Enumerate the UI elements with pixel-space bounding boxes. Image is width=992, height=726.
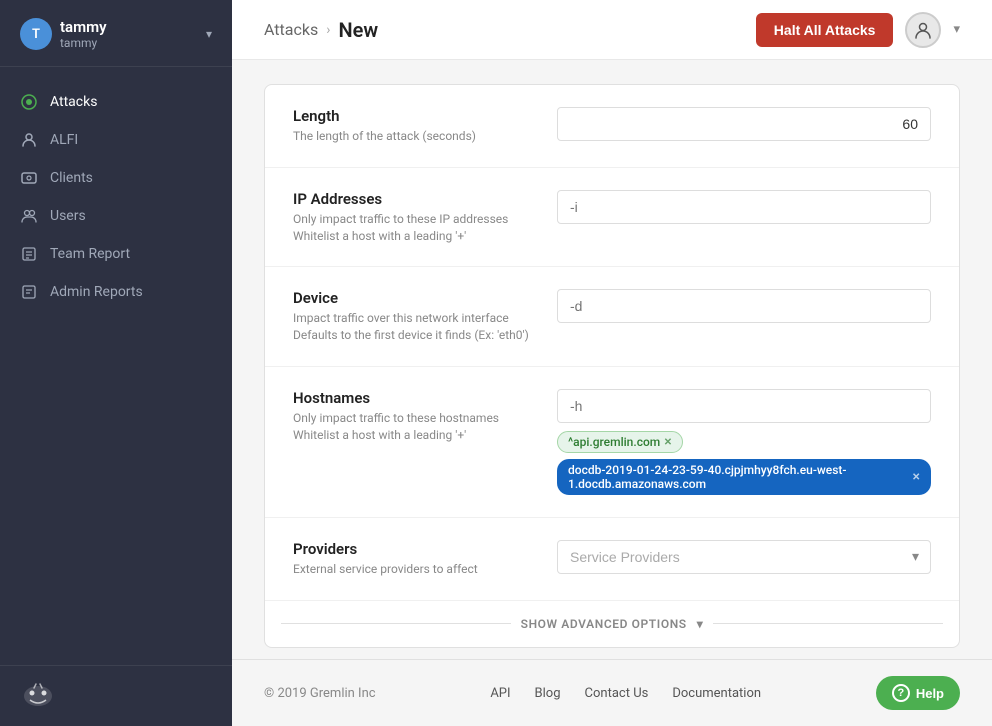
gremlin-logo <box>20 682 56 710</box>
sidebar-item-clients-label: Clients <box>50 170 93 186</box>
hostnames-desc2: Whitelist a host with a leading '+' <box>293 427 533 444</box>
tag-docdb[interactable]: docdb-2019-01-24-23-59-40.cjpjmhyy8fch.e… <box>557 459 931 495</box>
hostnames-row: Hostnames Only impact traffic to these h… <box>265 367 959 518</box>
page-title: New <box>338 18 378 42</box>
sidebar-item-attacks-label: Attacks <box>50 94 97 110</box>
user-menu[interactable]: T tammy tammy ▾ <box>0 0 232 67</box>
length-desc: The length of the attack (seconds) <box>293 128 533 145</box>
content-area: Length The length of the attack (seconds… <box>232 60 992 659</box>
halt-all-attacks-button[interactable]: Halt All Attacks <box>756 13 894 47</box>
clients-icon <box>20 169 38 187</box>
length-input[interactable] <box>557 107 931 141</box>
team-report-icon <box>20 245 38 263</box>
hostnames-tags: ^api.gremlin.com × docdb-2019-01-24-23-5… <box>557 431 931 495</box>
footer-copyright: © 2019 Gremlin Inc <box>264 686 376 701</box>
providers-desc: External service providers to affect <box>293 561 533 578</box>
sidebar-item-team-report-label: Team Report <box>50 246 130 262</box>
sidebar-item-alfi[interactable]: ALFI <box>0 121 232 159</box>
tag-api-gremlin[interactable]: ^api.gremlin.com × <box>557 431 683 453</box>
ip-desc: Only impact traffic to these IP addresse… <box>293 211 533 228</box>
tag-api-close-icon[interactable]: × <box>664 435 671 449</box>
user-dropdown-chevron[interactable]: ▾ <box>953 22 960 37</box>
sidebar-item-attacks[interactable]: Attacks <box>0 83 232 121</box>
help-button[interactable]: ? Help <box>876 676 960 710</box>
providers-select[interactable]: Service Providers <box>557 540 931 574</box>
sidebar-nav: Attacks ALFI Clients <box>0 67 232 665</box>
ip-input[interactable] <box>557 190 931 224</box>
advanced-chevron-icon: ▾ <box>697 617 704 631</box>
sidebar: T tammy tammy ▾ Attacks <box>0 0 232 726</box>
providers-row: Providers External service providers to … <box>265 518 959 601</box>
avatar: T <box>20 18 52 50</box>
sidebar-item-admin-reports-label: Admin Reports <box>50 284 143 300</box>
device-row: Device Impact traffic over this network … <box>265 267 959 367</box>
breadcrumb-attacks-link[interactable]: Attacks <box>264 20 318 39</box>
divider-left <box>281 623 511 624</box>
sidebar-item-team-report[interactable]: Team Report <box>0 235 232 273</box>
footer: © 2019 Gremlin Inc API Blog Contact Us D… <box>232 659 992 726</box>
attacks-icon <box>20 93 38 111</box>
advanced-options-toggle[interactable]: SHOW ADVANCED OPTIONS ▾ <box>265 601 959 647</box>
device-desc: Impact traffic over this network interfa… <box>293 310 533 327</box>
footer-links: API Blog Contact Us Documentation <box>490 686 761 701</box>
breadcrumb: Attacks › New <box>264 18 378 42</box>
ip-addresses-row: IP Addresses Only impact traffic to thes… <box>265 168 959 268</box>
chevron-down-icon: ▾ <box>206 27 212 41</box>
sidebar-item-users-label: Users <box>50 208 86 224</box>
alfi-icon <box>20 131 38 149</box>
hostnames-desc: Only impact traffic to these hostnames <box>293 410 533 427</box>
length-label: Length <box>293 107 533 125</box>
sidebar-item-clients[interactable]: Clients <box>0 159 232 197</box>
footer-link-api[interactable]: API <box>490 686 510 701</box>
divider-right <box>713 623 943 624</box>
main-content: Attacks › New Halt All Attacks ▾ Length … <box>232 0 992 726</box>
device-label: Device <box>293 289 533 307</box>
attack-form-card: Length The length of the attack (seconds… <box>264 84 960 648</box>
hostnames-input[interactable] <box>557 389 931 423</box>
sidebar-item-users[interactable]: Users <box>0 197 232 235</box>
sidebar-footer <box>0 665 232 726</box>
ip-desc2: Whitelist a host with a leading '+' <box>293 228 533 245</box>
providers-label: Providers <box>293 540 533 558</box>
tag-docdb-close-icon[interactable]: × <box>913 470 920 484</box>
tag-docdb-label: docdb-2019-01-24-23-59-40.cjpjmhyy8fch.e… <box>568 463 909 491</box>
sidebar-item-alfi-label: ALFI <box>50 132 78 148</box>
ip-label: IP Addresses <box>293 190 533 208</box>
user-icon-button[interactable] <box>905 12 941 48</box>
footer-link-blog[interactable]: Blog <box>535 686 561 701</box>
footer-link-docs[interactable]: Documentation <box>672 686 761 701</box>
device-desc2: Defaults to the first device it finds (E… <box>293 327 533 344</box>
sidebar-username: tammy <box>60 18 107 36</box>
breadcrumb-separator: › <box>326 22 330 38</box>
help-icon: ? <box>892 684 910 702</box>
admin-reports-icon <box>20 283 38 301</box>
help-label: Help <box>916 686 944 701</box>
topbar: Attacks › New Halt All Attacks ▾ <box>232 0 992 60</box>
tag-api-label: ^api.gremlin.com <box>568 435 660 449</box>
footer-link-contact[interactable]: Contact Us <box>585 686 649 701</box>
sidebar-item-admin-reports[interactable]: Admin Reports <box>0 273 232 311</box>
sidebar-subname: tammy <box>60 36 107 50</box>
length-row: Length The length of the attack (seconds… <box>265 85 959 168</box>
device-input[interactable] <box>557 289 931 323</box>
advanced-options-label: SHOW ADVANCED OPTIONS <box>521 617 687 631</box>
users-icon <box>20 207 38 225</box>
hostnames-label: Hostnames <box>293 389 533 407</box>
